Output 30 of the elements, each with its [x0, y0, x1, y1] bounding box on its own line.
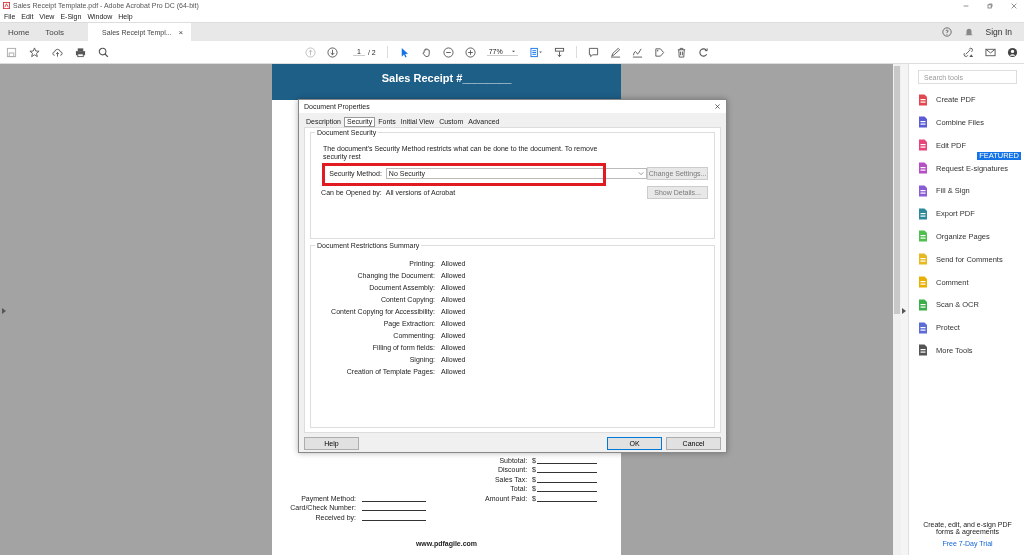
scroll-mode-icon[interactable]: [553, 46, 565, 58]
nav-tab[interactable]: Home: [0, 23, 38, 41]
restore-icon[interactable]: [986, 1, 994, 10]
rotate-icon[interactable]: [697, 46, 709, 58]
trash-icon[interactable]: [675, 46, 687, 58]
print-icon[interactable]: [75, 46, 86, 58]
sign-in-link[interactable]: Sign In: [985, 27, 1012, 37]
user-icon[interactable]: [1007, 46, 1018, 58]
nav-tab[interactable]: Tools: [37, 23, 73, 41]
share-link-icon[interactable]: [963, 46, 974, 58]
pen-icon[interactable]: [609, 46, 621, 58]
receipt-title: Sales Receipt #________: [381, 72, 512, 85]
close-icon[interactable]: [714, 103, 721, 110]
help-icon[interactable]: [941, 27, 952, 37]
down-arrow-icon[interactable]: [327, 46, 338, 58]
scroll-bar[interactable]: [893, 64, 901, 555]
signature-icon[interactable]: [631, 46, 643, 58]
star-icon[interactable]: [29, 46, 40, 58]
comment-icon[interactable]: [587, 46, 599, 58]
mail-icon[interactable]: [985, 46, 996, 58]
caret-icon: [510, 49, 516, 54]
expand-arrow-icon[interactable]: [2, 308, 6, 314]
zoom-out-icon[interactable]: [442, 46, 454, 58]
zoom-in-icon[interactable]: [464, 46, 476, 58]
close-icon[interactable]: [1010, 1, 1018, 10]
cloud-upload-icon[interactable]: [52, 46, 63, 58]
search-icon[interactable]: [98, 46, 109, 58]
page-fit-icon[interactable]: [528, 46, 543, 58]
caret-icon: [638, 171, 645, 176]
expand-arrow-icon[interactable]: [902, 308, 906, 314]
